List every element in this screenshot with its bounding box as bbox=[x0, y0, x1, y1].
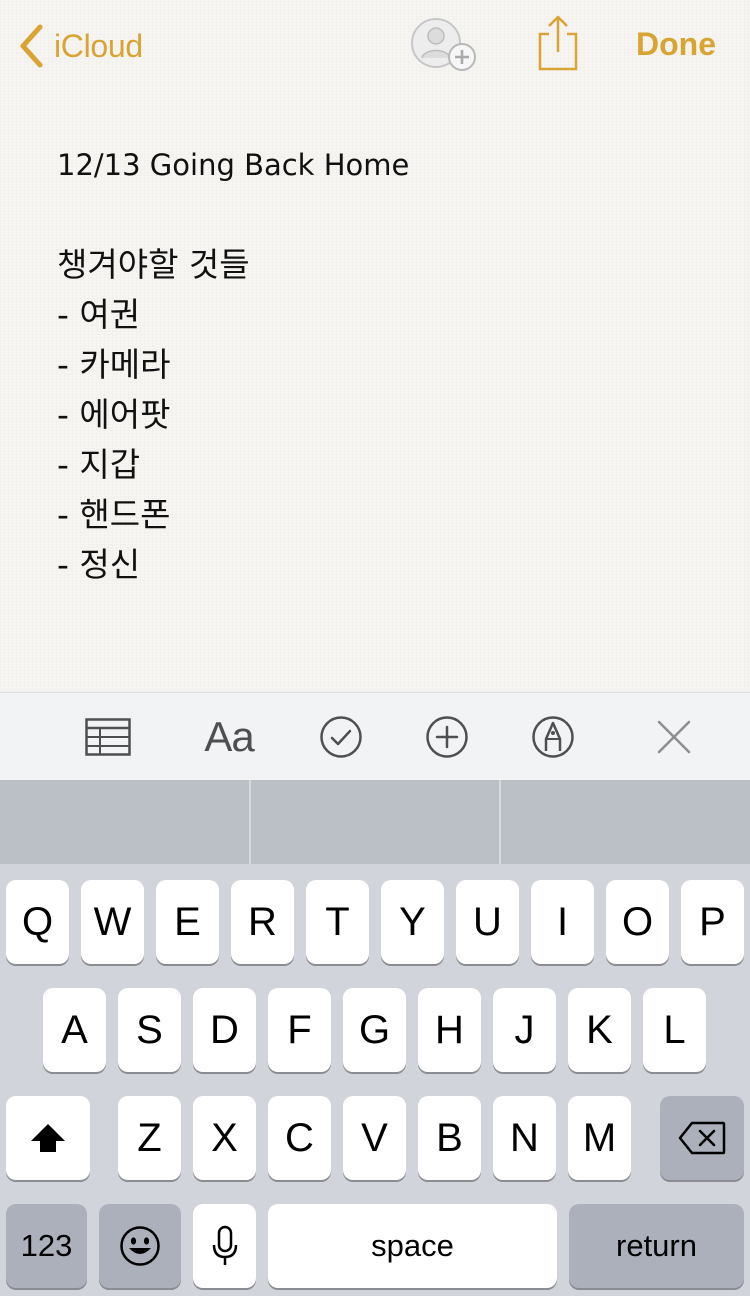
key-i[interactable]: I bbox=[531, 880, 594, 964]
delete-key[interactable] bbox=[660, 1096, 744, 1180]
share-icon bbox=[538, 15, 578, 71]
shift-key[interactable] bbox=[6, 1096, 90, 1180]
key-p[interactable]: P bbox=[681, 880, 744, 964]
note-line: 챙겨야할 것들 bbox=[57, 245, 250, 284]
text-format-button[interactable]: Aa bbox=[194, 693, 264, 781]
note-text[interactable]: 12/13 Going Back Home 챙겨야할 것들 - 여권 - 카메라… bbox=[57, 140, 717, 590]
text-format-icon: Aa bbox=[204, 713, 254, 760]
key-t[interactable]: T bbox=[306, 880, 369, 964]
format-toolbar: Aa bbox=[0, 692, 750, 780]
keyboard: Q W E R T Y U I O P A S D F G H J K L Z … bbox=[0, 864, 750, 1296]
dictation-key[interactable] bbox=[193, 1204, 256, 1288]
shift-icon bbox=[31, 1124, 65, 1152]
return-key[interactable]: return bbox=[569, 1204, 744, 1288]
table-icon bbox=[85, 718, 131, 756]
key-o[interactable]: O bbox=[606, 880, 669, 964]
key-j[interactable]: J bbox=[493, 988, 556, 1072]
key-x[interactable]: X bbox=[193, 1096, 256, 1180]
key-e[interactable]: E bbox=[156, 880, 219, 964]
key-v[interactable]: V bbox=[343, 1096, 406, 1180]
key-y[interactable]: Y bbox=[381, 880, 444, 964]
emoji-key[interactable] bbox=[99, 1204, 181, 1288]
key-q[interactable]: Q bbox=[6, 880, 69, 964]
key-g[interactable]: G bbox=[343, 988, 406, 1072]
space-key[interactable]: space bbox=[268, 1204, 557, 1288]
close-icon bbox=[657, 720, 691, 754]
predictive-text-bar bbox=[0, 780, 750, 864]
markup-button[interactable] bbox=[527, 693, 579, 781]
note-title: 12/13 Going Back Home bbox=[57, 148, 410, 182]
note-line: - 여권 bbox=[57, 295, 141, 334]
key-d[interactable]: D bbox=[193, 988, 256, 1072]
add-item-button[interactable] bbox=[421, 693, 473, 781]
navigation-bar: iCloud Done bbox=[0, 0, 750, 92]
key-a[interactable]: A bbox=[43, 988, 106, 1072]
emoji-icon bbox=[120, 1226, 160, 1266]
share-button[interactable] bbox=[534, 14, 582, 74]
markup-icon bbox=[532, 716, 574, 758]
add-icon bbox=[426, 716, 468, 758]
key-s[interactable]: S bbox=[118, 988, 181, 1072]
key-r[interactable]: R bbox=[231, 880, 294, 964]
key-f[interactable]: F bbox=[268, 988, 331, 1072]
chevron-left-icon bbox=[20, 24, 43, 68]
note-line: - 핸드폰 bbox=[57, 495, 171, 534]
key-l[interactable]: L bbox=[643, 988, 706, 1072]
key-k[interactable]: K bbox=[568, 988, 631, 1072]
key-c[interactable]: C bbox=[268, 1096, 331, 1180]
numbers-key[interactable]: 123 bbox=[6, 1204, 87, 1288]
done-button[interactable]: Done bbox=[636, 26, 716, 63]
key-w[interactable]: W bbox=[81, 880, 144, 964]
backspace-icon bbox=[678, 1121, 726, 1155]
microphone-icon bbox=[212, 1225, 237, 1265]
checklist-icon bbox=[320, 716, 362, 758]
note-blank-line bbox=[57, 190, 717, 240]
key-z[interactable]: Z bbox=[118, 1096, 181, 1180]
checklist-button[interactable] bbox=[315, 693, 367, 781]
close-toolbar-button[interactable] bbox=[650, 693, 698, 781]
add-people-button[interactable] bbox=[410, 16, 480, 74]
suggestion-slot[interactable] bbox=[0, 780, 249, 864]
note-line: - 정신 bbox=[57, 545, 141, 584]
key-b[interactable]: B bbox=[418, 1096, 481, 1180]
key-u[interactable]: U bbox=[456, 880, 519, 964]
note-line: - 에어팟 bbox=[57, 395, 171, 434]
key-h[interactable]: H bbox=[418, 988, 481, 1072]
key-m[interactable]: M bbox=[568, 1096, 631, 1180]
note-line: - 지갑 bbox=[57, 445, 141, 484]
suggestion-slot[interactable] bbox=[501, 780, 750, 864]
add-person-icon bbox=[411, 18, 476, 71]
note-area[interactable]: iCloud Done 12/13 Going Back Home 챙겨야할 것… bbox=[0, 0, 750, 692]
back-button-label: iCloud bbox=[54, 27, 143, 64]
note-line: - 카메라 bbox=[57, 345, 171, 384]
suggestion-slot[interactable] bbox=[251, 780, 500, 864]
back-button[interactable]: iCloud bbox=[18, 22, 143, 70]
key-n[interactable]: N bbox=[493, 1096, 556, 1180]
table-button[interactable] bbox=[78, 693, 138, 781]
